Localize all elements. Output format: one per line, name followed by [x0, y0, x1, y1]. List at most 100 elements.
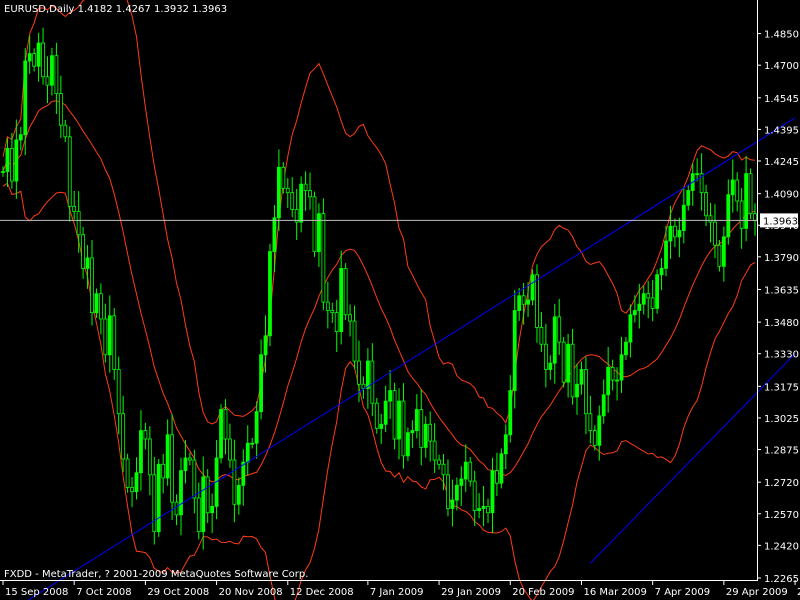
candle-body: [348, 314, 352, 322]
candle-body: [263, 335, 268, 356]
candle-body: [454, 484, 459, 501]
candle-body: [481, 505, 486, 509]
candle-body: [72, 205, 77, 212]
candle-body: [721, 236, 726, 267]
candle-body: [503, 434, 508, 455]
price-tick-label: 1.3790: [764, 253, 799, 264]
candle-body: [41, 42, 45, 78]
price-tick-label: 1.4090: [764, 190, 799, 201]
candle-body: [726, 194, 731, 238]
candle-body: [450, 499, 455, 509]
candle-body: [597, 415, 602, 446]
candle: [125, 453, 130, 493]
candle-body: [735, 179, 740, 202]
candle: [156, 459, 161, 537]
candle-body: [147, 438, 152, 476]
candle-body: [704, 192, 708, 217]
candle-body: [401, 400, 406, 457]
candle: [499, 448, 504, 489]
candle-body: [50, 55, 54, 86]
candle-body: [290, 192, 295, 210]
candle-body: [610, 366, 615, 381]
candle-body: [463, 461, 468, 480]
price-tick-label: 1.3330: [764, 350, 799, 361]
candle-body: [557, 316, 562, 343]
candle-body: [566, 343, 571, 383]
candle: [112, 308, 117, 380]
candle-body: [646, 293, 651, 299]
candle-body: [446, 474, 450, 509]
candle-body: [717, 244, 722, 267]
candle-body: [183, 457, 188, 471]
candle-body: [548, 362, 553, 370]
candle-body: [285, 187, 290, 193]
candle: [374, 397, 379, 434]
candle-body: [606, 366, 611, 396]
candle-body: [584, 369, 588, 415]
candle-body: [210, 505, 215, 514]
candle-body: [379, 423, 384, 429]
candle-body: [615, 379, 619, 382]
time-tick-label: 12 Dec 2008: [290, 587, 354, 598]
candle-body: [32, 53, 37, 67]
time-tick-label: 7 Jan 2009: [370, 587, 424, 598]
candle-body: [139, 430, 143, 474]
candle: [561, 336, 566, 388]
candle-body: [18, 134, 23, 141]
price-chart[interactable]: 1.4850 1.4700 1.4545 1.4395 1.4245 1.4090 1.39…: [0, 0, 800, 600]
candle-body: [245, 442, 250, 463]
chart-title: EURUSD,Daily 1.4182 1.4267 1.3932 1.3963: [4, 4, 227, 15]
candle-body: [312, 196, 317, 252]
price-tick-label: 1.4245: [764, 157, 799, 168]
candle-body: [539, 326, 544, 345]
candle-body: [232, 459, 237, 505]
candle-body: [374, 402, 379, 429]
candle-body: [383, 400, 388, 425]
candle-body: [637, 303, 642, 311]
candle-body: [94, 293, 99, 314]
candle-body: [708, 215, 713, 223]
candle-body: [668, 225, 673, 242]
candle-body: [179, 470, 183, 516]
price-tick-label: 1.3480: [764, 318, 799, 329]
candle: [312, 191, 317, 257]
candle: [219, 404, 223, 464]
candle-body: [570, 343, 575, 398]
price-tick-label: 1.2720: [764, 478, 799, 489]
copyright-text: FXDD - MetaTrader, ? 2001-2009 MetaQuote…: [4, 569, 308, 580]
candle-body: [508, 390, 513, 436]
candle-body: [512, 310, 517, 391]
candle-body: [268, 251, 272, 337]
time-tick-label: 16 Mar 2009: [583, 587, 646, 598]
candle: [530, 269, 535, 306]
candle-body: [406, 432, 410, 457]
candle-body: [223, 409, 228, 440]
time-tick-label: 20 Nov 2008: [219, 587, 283, 598]
price-tick-label: 1.3175: [764, 382, 799, 393]
candle-body: [272, 217, 277, 252]
candle-body: [317, 213, 321, 252]
candle-body: [352, 320, 357, 362]
candle-body: [325, 301, 330, 311]
candle-body: [423, 423, 428, 448]
price-tick-label: 1.4395: [764, 125, 799, 136]
candle-body: [27, 53, 32, 62]
candle-body: [641, 293, 646, 305]
candle-body: [308, 190, 312, 198]
candle-body: [753, 213, 757, 221]
candle-body: [152, 474, 157, 533]
current-price-label: 1.3963: [763, 216, 798, 227]
candle: [406, 427, 410, 462]
candle-body: [370, 360, 375, 404]
candle-body: [575, 383, 579, 398]
candle-body: [659, 268, 664, 276]
candle-body: [686, 190, 691, 206]
candle-body: [486, 505, 490, 514]
candle: [268, 243, 272, 347]
candle-body: [499, 453, 504, 484]
candle-body: [526, 299, 530, 305]
candle-body: [192, 459, 197, 499]
candle-body: [365, 360, 370, 389]
candle-body: [156, 463, 161, 533]
candle-body: [490, 470, 495, 514]
